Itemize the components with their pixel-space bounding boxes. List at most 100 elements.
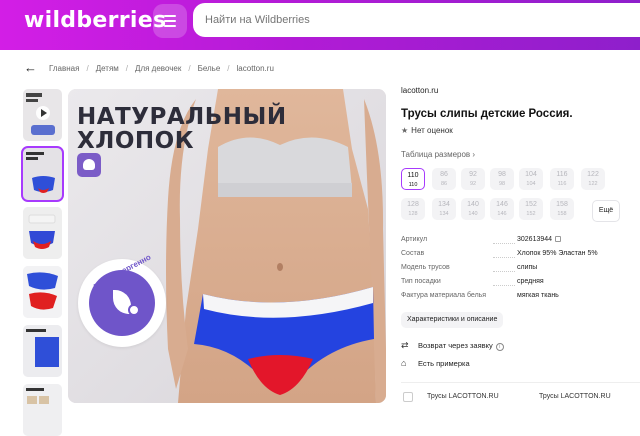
breadcrumb-item[interactable]: Главная (49, 64, 79, 73)
hypoallergenic-badge: гипоаллергенно (78, 252, 166, 347)
spec-dots (493, 285, 515, 286)
size-option[interactable]: 104 104 (519, 168, 543, 190)
info-icon[interactable]: i (495, 343, 504, 351)
return-text: Возврат через заявку (418, 341, 493, 350)
hanger-icon: ⌂ (401, 358, 407, 368)
main-product-image[interactable]: НАТУРАЛЬНЫЙ ХЛОПОК гипоаллергенно (68, 89, 386, 403)
search-input[interactable] (193, 3, 640, 37)
size-sub: 110 (408, 182, 418, 188)
size-option[interactable]: 134 134 (432, 198, 456, 220)
size-sub: 122 (588, 181, 598, 187)
thumbnail-5[interactable] (23, 384, 62, 436)
product-thumb-icon[interactable] (403, 392, 413, 402)
size-value: 98 (498, 171, 506, 178)
breadcrumb-item[interactable]: Для девочек (135, 64, 181, 73)
thumbnail-3[interactable] (23, 266, 62, 318)
divider (401, 382, 640, 383)
related-products: Трусы LACOTTON.RU Трусы LACOTTON.RU (401, 389, 640, 403)
size-sub: 152 (526, 211, 536, 217)
breadcrumb-separator: / (86, 63, 89, 73)
menu-button[interactable] (153, 4, 187, 38)
related-product-link[interactable]: Трусы LACOTTON.RU (539, 393, 611, 400)
size-sub: 146 (497, 211, 507, 217)
size-table-label: Таблица размеров (401, 150, 471, 159)
spec-value: средняя (517, 278, 544, 285)
size-sub: 134 (439, 211, 449, 217)
size-sub: 158 (557, 211, 567, 217)
size-table-link[interactable]: Таблица размеров › (401, 150, 475, 159)
size-sub: 86 (440, 181, 448, 187)
size-value: 152 (525, 201, 537, 208)
thumbnail-4[interactable] (23, 325, 62, 377)
size-option[interactable]: 86 86 (432, 168, 456, 190)
spec-key: Фактура материала белья (401, 292, 487, 299)
size-sub: 92 (469, 181, 477, 187)
size-value: 110 (407, 172, 419, 179)
spec-value: Хлопок 95% Эластан 5% (517, 250, 598, 257)
size-value: 116 (556, 171, 568, 178)
spec-row: Фактура материала белья мягкая ткань (401, 292, 631, 304)
breadcrumb-separator: / (125, 63, 129, 73)
leaf-icon (89, 270, 155, 336)
thumbnail-image (23, 384, 62, 436)
burger-line (164, 25, 176, 27)
more-sizes-button[interactable]: Ещё (592, 200, 620, 222)
related-product-link[interactable]: Трусы LACOTTON.RU (427, 393, 499, 400)
back-arrow-icon[interactable]: ← (24, 61, 37, 75)
spec-row: Состав Хлопок 95% Эластан 5% (401, 250, 631, 262)
thumbnail-image (23, 266, 62, 318)
size-sub: 128 (408, 211, 418, 217)
breadcrumb-item[interactable]: lacotton.ru (237, 64, 274, 73)
check-icon (128, 304, 140, 316)
copy-icon[interactable] (555, 236, 562, 242)
size-value: 104 (525, 171, 537, 178)
spec-row: Артикул 302613944 (401, 236, 631, 248)
thumbnail-1[interactable] (21, 146, 64, 202)
size-option[interactable]: 140 140 (461, 198, 485, 220)
size-value: 140 (467, 201, 479, 208)
breadcrumb-item[interactable]: Детям (96, 64, 119, 73)
spec-dots (493, 243, 515, 244)
product-title: Трусы слипы детские Россия. (401, 108, 573, 120)
size-value: 86 (440, 171, 448, 178)
breadcrumb-separator: / (227, 63, 230, 73)
size-sub: 116 (557, 181, 567, 187)
size-value: 128 (407, 201, 419, 208)
play-icon (36, 106, 50, 120)
size-value: 134 (438, 201, 450, 208)
size-value: 146 (496, 201, 508, 208)
spec-dots (493, 257, 515, 258)
characteristics-button[interactable]: Характеристики и описание (401, 312, 504, 328)
size-option[interactable]: 122 122 (581, 168, 605, 190)
spec-row: Модель трусов слипы (401, 264, 631, 276)
size-option[interactable]: 98 98 (490, 168, 514, 190)
thumbnail-2[interactable] (23, 207, 62, 259)
size-option[interactable]: 158 158 (550, 198, 574, 220)
brand-link[interactable]: lacotton.ru (401, 86, 438, 95)
article-value[interactable]: 302613944 (517, 236, 562, 243)
headline: НАТУРАЛЬНЫЙ ХЛОПОК (77, 105, 287, 153)
size-sub: 98 (498, 181, 506, 187)
breadcrumb-item[interactable]: Белье (198, 64, 221, 73)
spec-key: Артикул (401, 236, 428, 243)
size-option[interactable]: 152 152 (519, 198, 543, 220)
fitting-text: Есть примерка (418, 359, 470, 368)
size-option[interactable]: 116 116 (550, 168, 574, 190)
fitting-info: ⌂ Есть примерка (401, 358, 470, 372)
return-policy[interactable]: ⇄ Возврат через заявку i (401, 340, 504, 354)
thumbnail-image (23, 207, 62, 259)
size-option[interactable]: 146 146 (490, 198, 514, 220)
spec-value: мягкая ткань (517, 292, 559, 299)
thumbnail-image (23, 148, 62, 200)
return-icon: ⇄ (401, 340, 409, 350)
size-value: 122 (587, 171, 599, 178)
thumbnail-video[interactable] (23, 89, 62, 141)
spec-row: Тип посадки средняя (401, 278, 631, 290)
rating[interactable]: ★ Нет оценок (401, 126, 453, 135)
wildberries-logo[interactable]: wildberries (24, 8, 166, 33)
thumbnail-image (23, 325, 62, 377)
size-option[interactable]: 110 110 (401, 168, 425, 190)
size-option[interactable]: 92 92 (461, 168, 485, 190)
size-option[interactable]: 128 128 (401, 198, 425, 220)
size-sub: 104 (526, 181, 536, 187)
